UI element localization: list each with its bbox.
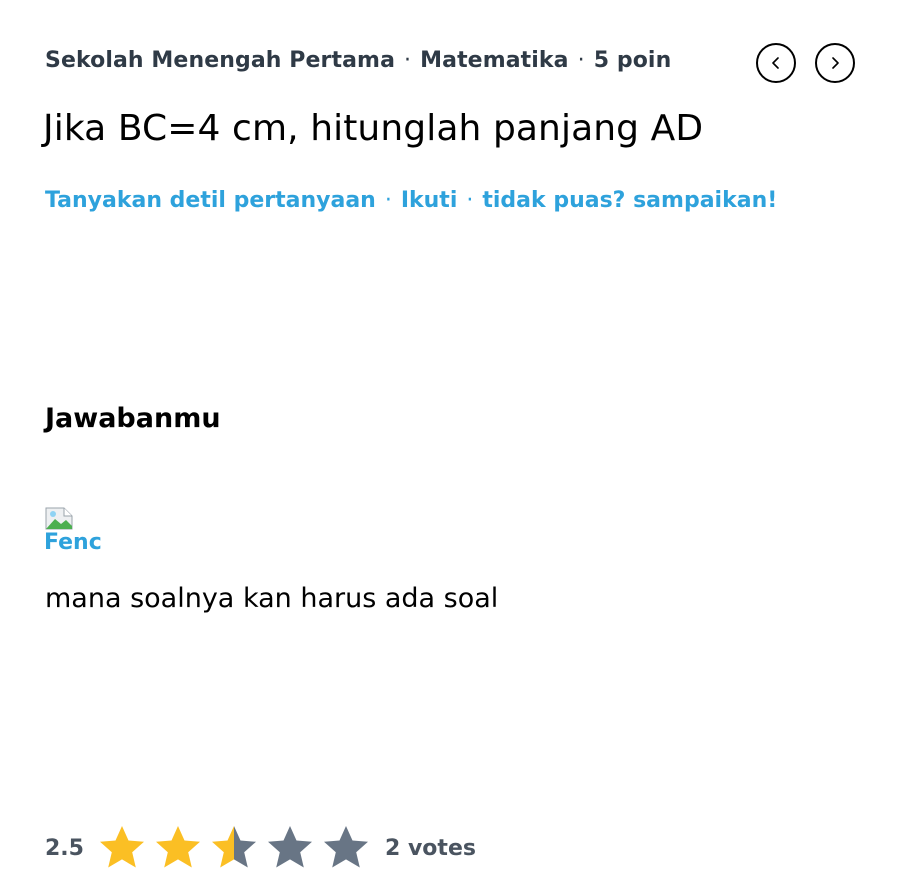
follow-link[interactable]: Ikuti (401, 188, 458, 213)
rating: 2.5 2 votes (45, 823, 476, 873)
subject: Matematika (420, 48, 569, 73)
question-actions: Tanyakan detil pertanyaan · Ikuti · tidak pu… (45, 188, 777, 213)
star-icon[interactable] (321, 823, 371, 873)
previous-question-button[interactable] (756, 43, 796, 83)
report-link[interactable]: tidak puas? sampaikan! (482, 188, 777, 213)
question-title: Jika BC=4 cm, hitunglah panjang AD (43, 108, 704, 149)
avatar-alt-text: Fenc (44, 531, 102, 555)
meta-separator: · (577, 48, 585, 73)
star-icon[interactable] (153, 823, 203, 873)
rating-score: 2.5 (45, 835, 84, 861)
points: 5 poin (593, 48, 672, 73)
question-meta: Sekolah Menengah Pertama · Matematika · 5 po… (45, 48, 671, 73)
ask-detail-link[interactable]: Tanyakan detil pertanyaan (45, 188, 376, 213)
action-separator: · (466, 188, 474, 213)
answer-text: mana soalnya kan harus ada soal (45, 583, 499, 614)
rating-votes: 2 votes (385, 835, 476, 861)
answer-section-heading: Jawabanmu (45, 403, 221, 434)
star-icon[interactable] (97, 823, 147, 873)
school-level: Sekolah Menengah Pertama (45, 48, 396, 73)
rating-stars[interactable] (97, 823, 377, 873)
action-separator: · (384, 188, 392, 213)
avatar[interactable]: Fenc (44, 505, 104, 561)
chevron-left-icon (772, 57, 779, 69)
next-question-button[interactable] (815, 43, 855, 83)
chevron-right-icon (832, 57, 839, 69)
star-icon[interactable] (265, 823, 315, 873)
star-icon[interactable] (209, 823, 259, 873)
meta-separator: · (404, 48, 412, 73)
broken-image-icon (45, 507, 73, 530)
